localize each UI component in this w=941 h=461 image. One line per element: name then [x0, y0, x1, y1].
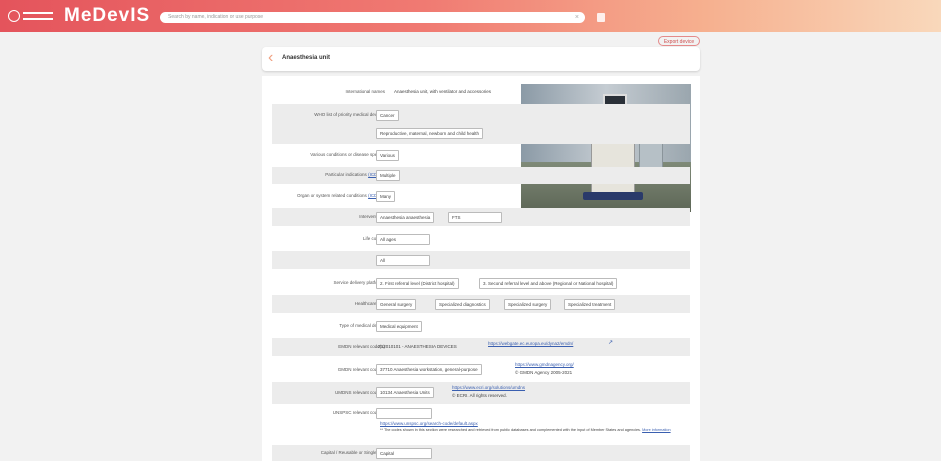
field-label: Various conditions or disease specific — [310, 152, 385, 157]
search-input[interactable]: Search by name, indication or use purpos… — [160, 12, 585, 23]
external-link-icon[interactable]: ↗ — [608, 340, 613, 346]
disclaimer-text: ** The codes shown in this section were … — [380, 428, 642, 432]
chip[interactable]: Many — [376, 191, 396, 202]
field-row-service-delivery: Service delivery platforms 2. First refe… — [272, 274, 690, 292]
menu-icon[interactable] — [597, 13, 605, 22]
chip[interactable]: FTS — [448, 212, 502, 223]
field-label: WHO list of priority medical devices — [314, 112, 385, 117]
field-label-text: Organ or system related conditions — [297, 193, 367, 198]
chip[interactable]: Cancer — [376, 110, 399, 121]
chip[interactable]: Specialized diagnostics — [435, 299, 490, 310]
field-row-priority-devices: WHO list of priority medical devices Can… — [272, 104, 690, 144]
field-row-interventions: Interventions Anaesthesia anaesthesia FT… — [272, 208, 690, 226]
device-details-card: International names Anaesthesia unit, wi… — [262, 76, 700, 461]
field-row-device-type: Type of medical device Medical equipment — [272, 318, 690, 335]
chip[interactable]: General surgery — [376, 299, 417, 310]
chip[interactable]: Medical equipment — [376, 321, 422, 332]
field-label: International names — [345, 89, 385, 94]
field-row-sex: Sex All — [272, 251, 690, 269]
field-row-emdn: EMDN relevant code(s) Z12010101 - ANAEST… — [272, 338, 690, 356]
chip[interactable]: Multiple — [376, 170, 400, 181]
chip[interactable]: 2. First referral level (District hospit… — [376, 278, 459, 289]
field-row-healthcare-unit: Healthcare unit General surgery Speciali… — [272, 295, 690, 313]
who-logo[interactable] — [8, 9, 58, 23]
field-row-international-names: International names Anaesthesia unit, wi… — [272, 86, 690, 98]
chip[interactable]: 10134 Anaesthesia Units — [376, 387, 434, 398]
unspsc-link[interactable]: https://www.unspsc.org/search-code/defau… — [380, 421, 478, 427]
field-row-various-conditions: Various conditions or disease specific V… — [272, 147, 690, 164]
field-row-capital: Capital / Reusable or Single use Capital — [272, 445, 690, 461]
chip[interactable]: All ages — [376, 234, 430, 245]
emdn-link[interactable]: https://webgate.ec.europa.eu/dyna2/emdn/ — [488, 341, 573, 347]
codes-disclaimer: ** The codes shown in this section were … — [380, 428, 680, 433]
chip[interactable]: Anaesthesia anaesthesia — [376, 212, 435, 223]
chip[interactable]: Specialized surgery — [504, 299, 552, 310]
field-row-unspsc: UNSPSC relevant code(s) https://www.unsp… — [272, 406, 690, 443]
chip[interactable]: Specialized treatment — [564, 299, 616, 310]
chip[interactable]: Various — [376, 150, 399, 161]
field-row-life-course: Life course All ages — [272, 230, 690, 248]
clear-search-icon[interactable]: × — [575, 13, 579, 22]
brand-logo[interactable]: MeDevIS — [64, 5, 150, 27]
field-value: Z12010101 - ANAESTHESIA DEVICES — [378, 344, 457, 349]
field-row-particular-indications: Particular indications (ICD-11) Multiple — [272, 167, 690, 184]
export-device-button[interactable]: Export device — [658, 36, 700, 46]
more-information-link[interactable]: More information — [642, 428, 671, 432]
chip[interactable]: Reproductive, maternal, newborn and chil… — [376, 128, 484, 139]
umdns-copyright: © ECRI. All rights reserved. — [452, 393, 507, 398]
field-value: Anaesthesia unit, with ventilator and ac… — [394, 89, 492, 94]
globe-icon — [8, 10, 20, 22]
chip[interactable]: 37710 Anaesthesia workstation, general-p… — [376, 364, 482, 375]
field-row-gmdn: GMDN relevant code(s) 37710 Anaesthesia … — [272, 359, 690, 381]
gmdn-copyright: © GMDN Agency 2005-2021 — [515, 370, 573, 375]
field-row-umdns: UMDNS relevant code(s) 10134 Anaesthesia… — [272, 382, 690, 404]
chip[interactable]: All — [376, 255, 430, 266]
field-row-organ-system: Organ or system related conditions (ICD-… — [272, 187, 690, 205]
back-chevron-icon[interactable]: ‹ — [268, 50, 273, 66]
chip[interactable]: Capital — [376, 448, 432, 459]
top-navigation-bar: MeDevIS Search by name, indication or us… — [0, 0, 941, 32]
chip[interactable]: 3. Second referral level and above (Regi… — [479, 278, 618, 289]
device-title: Anaesthesia unit — [282, 55, 331, 61]
field-label: Organ or system related conditions (ICD-… — [297, 193, 385, 199]
umdns-link[interactable]: https://www.ecri.org/solutions/umdns — [452, 385, 525, 391]
gmdn-link[interactable]: https://www.gmdnagency.org/ — [515, 362, 574, 368]
field-label-text: Particular indications — [325, 172, 367, 177]
who-wordmark — [23, 12, 53, 20]
search-placeholder: Search by name, indication or use purpos… — [168, 14, 264, 20]
chip[interactable] — [376, 408, 432, 419]
device-header: ‹ Anaesthesia unit — [262, 47, 700, 71]
